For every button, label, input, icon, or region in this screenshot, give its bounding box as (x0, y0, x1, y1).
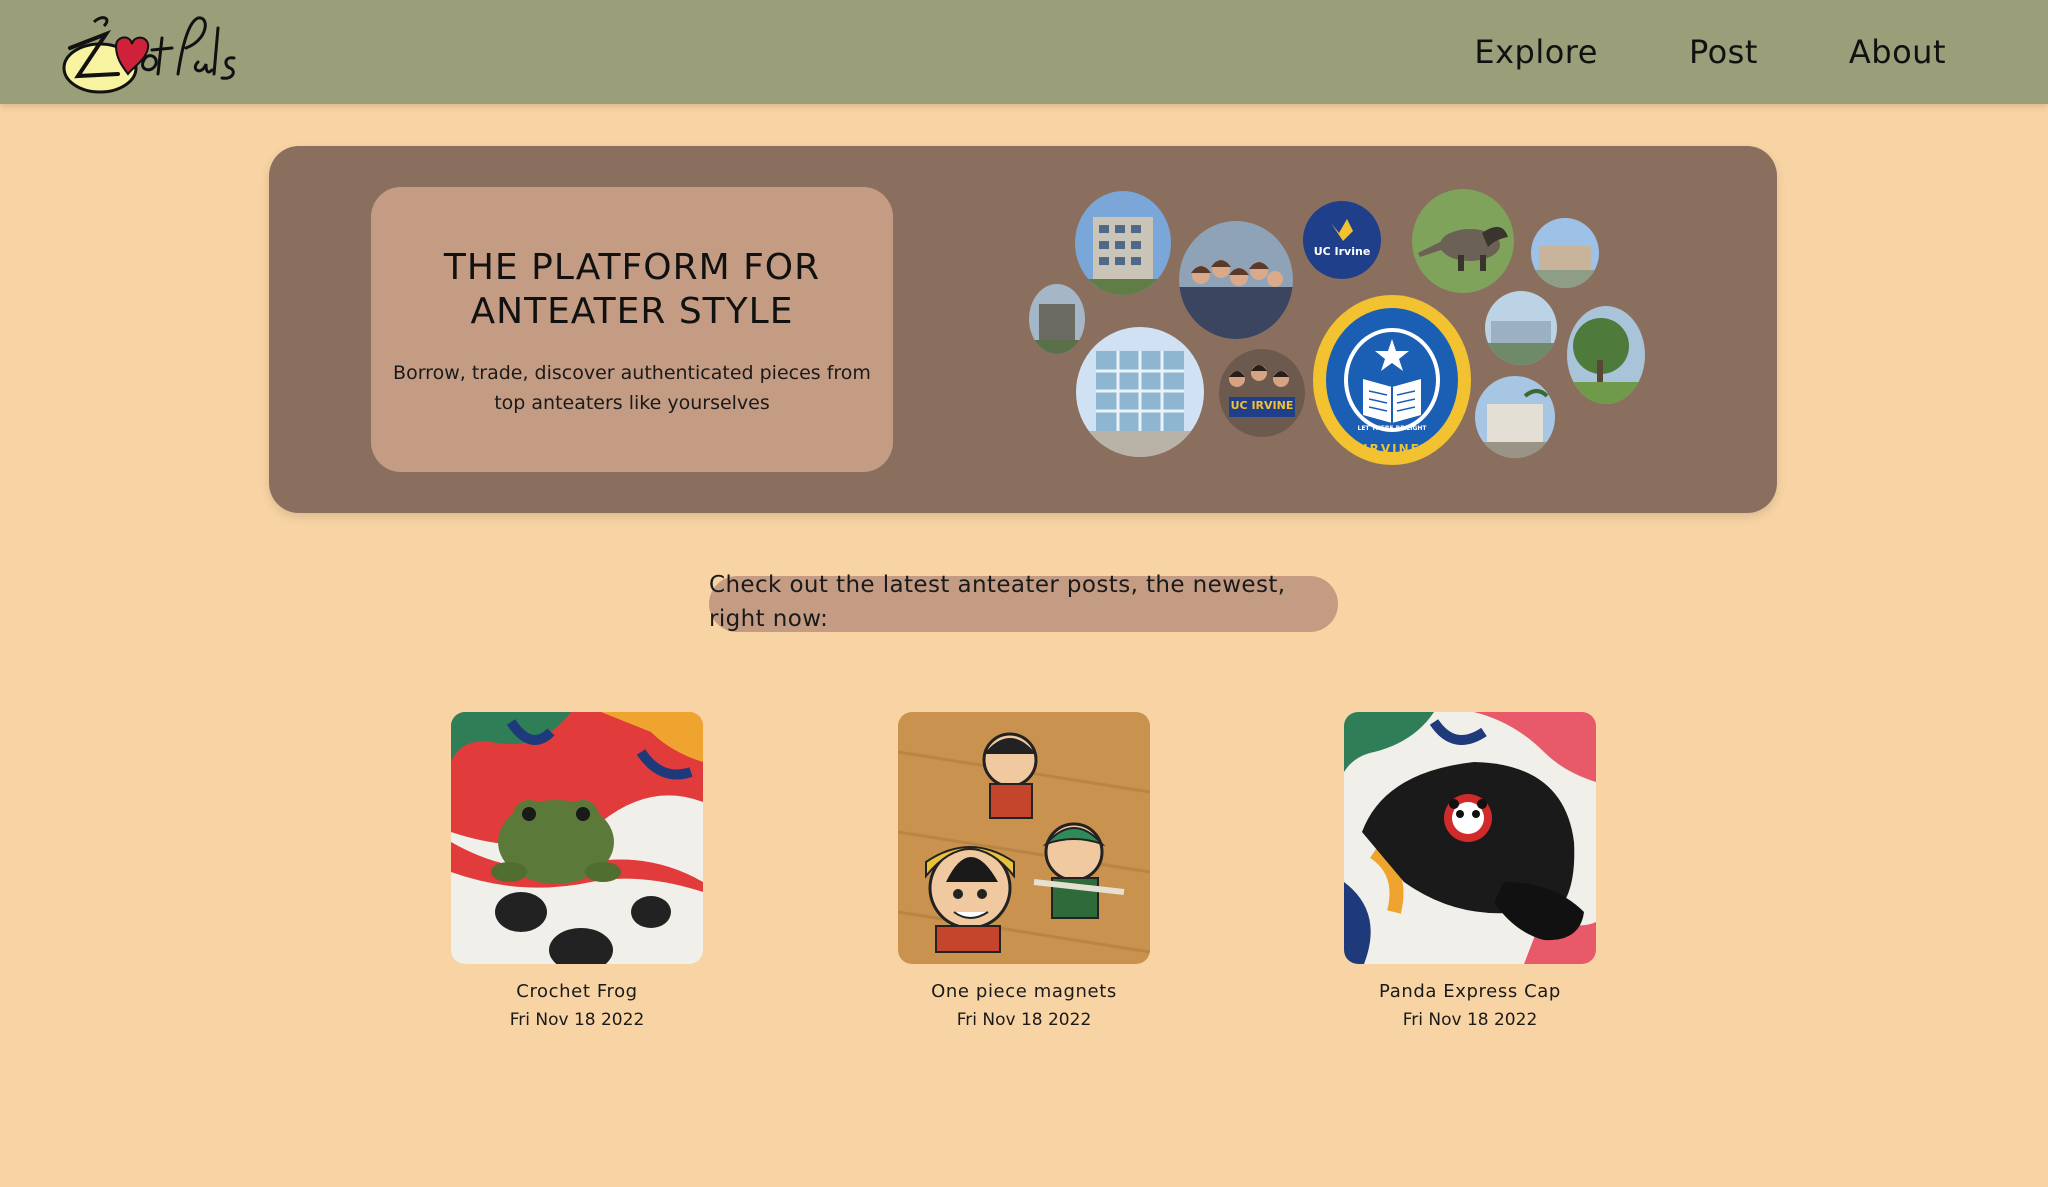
seal-motto-text: LET THERE BE LIGHT (1357, 425, 1427, 432)
post-title[interactable]: Crochet Frog (451, 980, 703, 1004)
panda-express-cap-photo[interactable] (1344, 712, 1596, 964)
campus-aerial-photo (1485, 291, 1557, 365)
one-piece-magnets-photo[interactable] (898, 712, 1150, 964)
seal-outer-text: THE UNIVERSITY OF CALIFORNIA (1323, 299, 1461, 307)
uc-irvine-badge: UC Irvine (1303, 201, 1381, 279)
campus-tower-photo (1029, 284, 1085, 354)
post-date: Fri Nov 18 2022 (1402, 1010, 1538, 1030)
campus-plaza-photo (1531, 218, 1599, 288)
zotpals-logo[interactable] (58, 8, 238, 98)
students-pennant-photo: UC IRVINE (1219, 349, 1305, 437)
uc-irvine-pennant-label: UC IRVINE (1230, 399, 1294, 412)
post-date: Fri Nov 18 2022 (509, 1010, 645, 1030)
uci-photo-collage: UC Irvine UC IRVINE THE UNIVERSITY OF CA… (269, 146, 1777, 513)
latest-heading: Check out the latest anteater posts, the… (709, 572, 1286, 632)
glass-building-photo (1076, 327, 1204, 457)
hero-banner: THE PLATFORM FOR ANTEATER STYLE Borrow, … (269, 146, 1777, 513)
post-title[interactable]: One piece magnets (898, 980, 1150, 1004)
campus-trees-photo (1567, 306, 1645, 404)
post-date: Fri Nov 18 2022 (956, 1010, 1092, 1030)
campus-palms-photo (1475, 376, 1555, 458)
post-card-panda-express-cap[interactable]: Panda Express Cap Fri Nov 18 2022 (1344, 712, 1596, 1032)
nav-explore-link[interactable]: Explore (1474, 33, 1598, 71)
uc-irvine-seal: THE UNIVERSITY OF CALIFORNIA IRVINE LET … (1313, 295, 1471, 465)
anteater-photo (1412, 189, 1514, 293)
navbar: Explore Post About (0, 0, 2048, 104)
post-title[interactable]: Panda Express Cap (1344, 980, 1596, 1004)
nav-post-link[interactable]: Post (1689, 33, 1758, 71)
post-card-crochet-frog[interactable]: Crochet Frog Fri Nov 18 2022 (451, 712, 703, 1032)
seal-bottom-text: IRVINE (1363, 442, 1421, 456)
students-group-photo (1179, 221, 1293, 339)
heart-logo-icon (62, 16, 236, 94)
crochet-frog-photo[interactable] (451, 712, 703, 964)
campus-building-photo (1075, 191, 1171, 295)
nav-links: Explore Post About (1474, 0, 1946, 104)
uc-irvine-badge-label: UC Irvine (1313, 245, 1371, 258)
nav-about-link[interactable]: About (1849, 33, 1946, 71)
post-card-one-piece-magnets[interactable]: One piece magnets Fri Nov 18 2022 (898, 712, 1150, 1032)
